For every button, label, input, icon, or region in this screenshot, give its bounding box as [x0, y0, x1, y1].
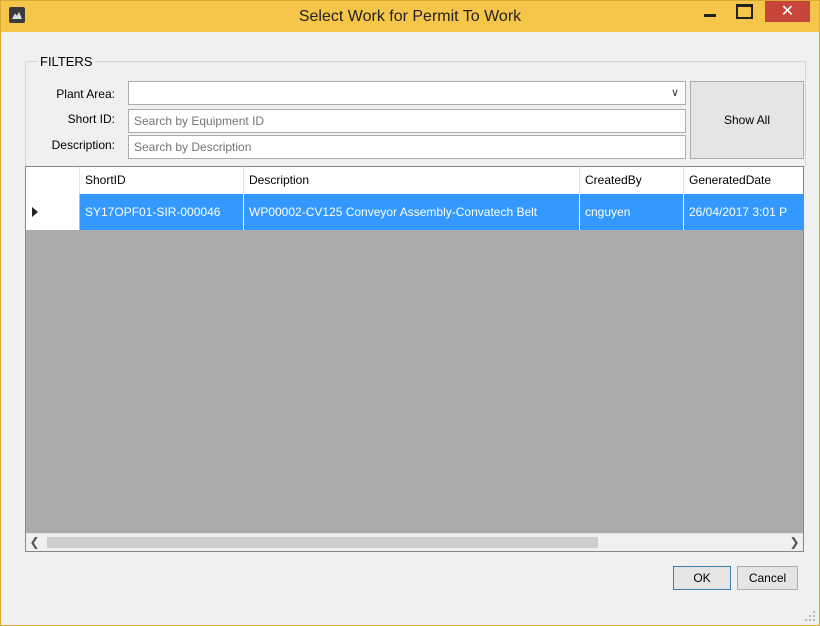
work-grid[interactable]: ShortID Description CreatedBy GeneratedD…: [25, 166, 804, 552]
close-button[interactable]: ✕: [765, 1, 810, 22]
description-label: Description:: [51, 138, 115, 152]
show-all-button[interactable]: Show All: [690, 81, 804, 159]
column-header-description[interactable]: Description: [244, 167, 580, 194]
scroll-thumb[interactable]: [47, 537, 598, 548]
table-row[interactable]: SY17OPF01-SIR-000046 WP00002-CV125 Conve…: [26, 194, 803, 230]
grid-header: ShortID Description CreatedBy GeneratedD…: [26, 167, 803, 195]
short-id-input[interactable]: [128, 109, 686, 133]
cell-description[interactable]: WP00002-CV125 Conveyor Assembly-Convatec…: [244, 194, 580, 230]
maximize-button[interactable]: [731, 1, 757, 23]
scroll-right-icon[interactable]: ❯: [786, 534, 803, 551]
close-icon: ✕: [780, 3, 795, 20]
scroll-left-icon[interactable]: ❮: [26, 534, 43, 551]
title-bar[interactable]: Select Work for Permit To Work ✕: [1, 1, 819, 32]
plant-area-combo[interactable]: ∨: [128, 81, 686, 105]
cell-generateddate[interactable]: 26/04/2017 3:01 P: [684, 194, 803, 230]
short-id-label: Short ID:: [67, 112, 115, 126]
column-header-createdby[interactable]: CreatedBy: [580, 167, 684, 194]
current-row-arrow-icon: [32, 207, 38, 217]
cell-shortid[interactable]: SY17OPF01-SIR-000046: [80, 194, 244, 230]
plant-area-label: Plant Area:: [56, 87, 115, 101]
column-header-generateddate[interactable]: GeneratedDate: [684, 167, 803, 194]
resize-grip-icon[interactable]: [805, 611, 815, 621]
column-header-shortid[interactable]: ShortID: [80, 167, 244, 194]
minimize-button[interactable]: [697, 1, 723, 23]
row-header-corner[interactable]: [26, 167, 80, 194]
dialog-window: Select Work for Permit To Work ✕ FILTERS…: [0, 0, 820, 626]
chevron-down-icon[interactable]: ∨: [671, 86, 679, 99]
cancel-button[interactable]: Cancel: [737, 566, 798, 590]
cell-createdby[interactable]: cnguyen: [580, 194, 684, 230]
row-header[interactable]: [26, 194, 80, 230]
ok-button[interactable]: OK: [673, 566, 731, 590]
description-input[interactable]: [128, 135, 686, 159]
filters-group-label: FILTERS: [38, 54, 95, 69]
horizontal-scrollbar[interactable]: ❮ ❯: [26, 533, 803, 551]
